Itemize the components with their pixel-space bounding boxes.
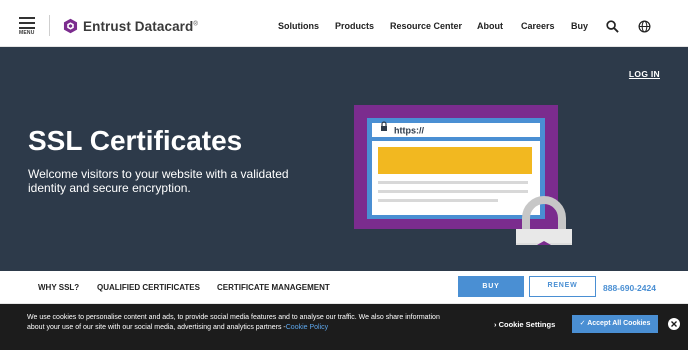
logo[interactable]: Entrust Datacard®	[63, 18, 198, 34]
nav-careers[interactable]: Careers	[521, 21, 555, 31]
nav-resource-center[interactable]: Resource Center	[390, 21, 462, 31]
nav-products[interactable]: Products	[335, 21, 374, 31]
renew-button[interactable]: RENEW	[529, 276, 596, 297]
browser-url: https://	[394, 126, 424, 136]
hamburger-menu-icon	[19, 17, 35, 19]
globe-icon[interactable]	[638, 20, 651, 33]
hero-section: LOG IN SSL Certificates Welcome visitors…	[0, 47, 688, 271]
entrust-logo-icon	[63, 18, 78, 34]
subnav-why-ssl[interactable]: WHY SSL?	[38, 283, 79, 292]
subnav-qualified-certificates[interactable]: QUALIFIED CERTIFICATES	[97, 283, 200, 292]
top-navigation: MENU Entrust Datacard® Solutions Product…	[0, 0, 688, 47]
cookie-text: We use cookies to personalise content an…	[27, 314, 440, 331]
subnav-certificate-management[interactable]: CERTIFICATE MANAGEMENT	[217, 283, 330, 292]
cookie-policy-link[interactable]: Cookie Policy	[286, 324, 328, 331]
cookie-banner: We use cookies to personalise content an…	[0, 304, 688, 350]
accept-all-cookies-button[interactable]: ✓ Accept All Cookies	[572, 315, 658, 333]
browser-window-icon: https://	[367, 118, 545, 219]
header-divider	[49, 15, 50, 36]
phone-link[interactable]: 888-690-2424	[603, 283, 656, 293]
close-icon	[671, 321, 677, 327]
nav-buy[interactable]: Buy	[571, 21, 588, 31]
search-icon[interactable]	[606, 20, 619, 33]
hero-subtitle: Welcome visitors to your website with a …	[28, 167, 289, 195]
buy-button[interactable]: BUY	[458, 276, 524, 297]
login-link[interactable]: LOG IN	[629, 69, 660, 79]
nav-solutions[interactable]: Solutions	[278, 21, 319, 31]
cookie-settings-button[interactable]: › Cookie Settings	[494, 320, 555, 329]
nav-about[interactable]: About	[477, 21, 503, 31]
ssl-illustration: https://	[354, 105, 572, 245]
page-title: SSL Certificates	[28, 125, 243, 156]
close-banner-button[interactable]	[668, 318, 680, 330]
menu-label: MENU	[19, 30, 35, 36]
sub-navigation: WHY SSL? QUALIFIED CERTIFICATES CERTIFIC…	[0, 271, 688, 304]
menu-button[interactable]: MENU	[19, 17, 37, 37]
logo-text: Entrust Datacard®	[83, 18, 198, 34]
